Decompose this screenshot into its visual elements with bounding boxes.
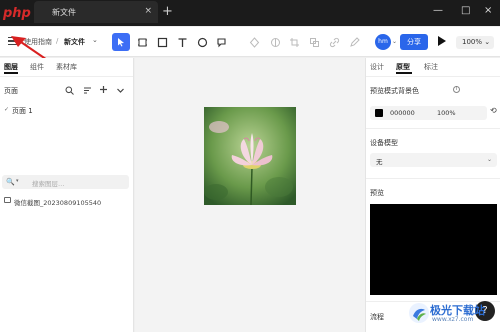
divider: [366, 128, 500, 129]
rectangle-tool-button[interactable]: [153, 33, 171, 51]
divider: [0, 76, 133, 77]
boolean-button[interactable]: [305, 33, 323, 51]
rectangle-icon: [157, 37, 167, 47]
link-icon: [329, 37, 339, 47]
tab-annotate[interactable]: 标注: [424, 62, 438, 72]
play-icon[interactable]: [438, 36, 446, 46]
component-button[interactable]: [245, 33, 263, 51]
ellipse-icon: [197, 37, 207, 47]
watermark: 极光下载站 www.xz7.com: [404, 298, 500, 332]
shape-tool-button[interactable]: [193, 33, 211, 51]
divider: [366, 178, 500, 179]
tab-assets[interactable]: 素材库: [56, 62, 77, 72]
preview-label: 预览: [370, 189, 384, 197]
left-panel: 图层 组件 素材库 页面 ✓ 页面 1 🔍 ▾ 搜索图层… 微信截图_20230…: [0, 58, 134, 332]
component-icon: [249, 36, 259, 48]
right-panel: 设计 原型 标注 预览模式背景色 i 000000 100% ⟲ 设备模型 无 …: [365, 58, 500, 332]
edit-button[interactable]: [345, 33, 363, 51]
device-select[interactable]: 无 ⌄: [370, 153, 497, 167]
comment-tool-button[interactable]: [212, 33, 230, 51]
link-button[interactable]: [325, 33, 343, 51]
text-icon: [178, 37, 186, 47]
color-hex-value[interactable]: 000000: [390, 109, 415, 117]
divider: [366, 76, 500, 77]
lotus-image[interactable]: [204, 107, 296, 205]
canvas[interactable]: [135, 58, 365, 332]
new-tab-button[interactable]: +: [162, 4, 173, 19]
text-tool-button[interactable]: [173, 33, 191, 51]
add-page-icon[interactable]: [99, 85, 108, 94]
active-tab-indicator: [396, 72, 412, 74]
search-icon[interactable]: [65, 86, 74, 95]
tab-prototype[interactable]: 原型: [396, 62, 410, 72]
device-label: 设备模型: [370, 139, 398, 147]
bg-color-label: 预览模式背景色: [370, 87, 419, 95]
chevron-down-icon[interactable]: [116, 86, 125, 95]
search-icon: 🔍: [6, 178, 15, 186]
search-placeholder: 搜索图层…: [32, 180, 65, 188]
close-window-button[interactable]: ×: [484, 5, 492, 16]
pages-title: 页面: [4, 87, 18, 95]
page-item[interactable]: 页面 1: [12, 106, 33, 116]
device-value: 无: [376, 158, 383, 166]
sort-icon[interactable]: [83, 86, 92, 95]
layer-item[interactable]: 微信截图_20230809105540: [14, 197, 101, 207]
active-tab-indicator: [4, 72, 18, 74]
chevron-down-icon: ⌄: [486, 156, 492, 163]
info-icon[interactable]: i: [453, 86, 460, 93]
preview-area: [370, 204, 497, 295]
tab-layers[interactable]: 图层: [4, 62, 18, 72]
pen-icon: [349, 36, 360, 47]
watermark-url: www.xz7.com: [432, 316, 474, 323]
color-swatch[interactable]: [375, 109, 383, 117]
image-icon: [4, 197, 11, 203]
bg-color-field[interactable]: 000000 100%: [370, 106, 487, 120]
tab-close-icon[interactable]: ×: [144, 6, 152, 16]
reset-icon[interactable]: ⟲: [490, 106, 497, 115]
minimize-button[interactable]: —: [433, 5, 443, 16]
crop-icon: [289, 37, 299, 47]
tab-design[interactable]: 设计: [370, 62, 384, 72]
crop-button[interactable]: [285, 33, 303, 51]
chevron-down-icon[interactable]: ⌄: [392, 38, 397, 45]
boolean-icon: [309, 37, 319, 47]
flow-label: 流程: [370, 313, 384, 321]
chevron-down-icon[interactable]: ▾: [16, 178, 19, 184]
comment-icon: [216, 37, 226, 47]
mask-button[interactable]: [266, 33, 284, 51]
mask-icon: [270, 37, 280, 47]
avatar[interactable]: hm: [375, 34, 391, 50]
watermark-logo-icon: [409, 303, 429, 323]
maximize-button[interactable]: □: [461, 5, 470, 16]
opacity-value[interactable]: 100%: [437, 109, 456, 117]
zoom-select[interactable]: 100% ⌄: [456, 36, 494, 49]
check-icon: ✓: [4, 106, 10, 113]
tab-components[interactable]: 组件: [30, 62, 44, 72]
share-button[interactable]: 分享: [400, 34, 428, 50]
layer-search-input[interactable]: 🔍 ▾ 搜索图层…: [2, 175, 129, 189]
